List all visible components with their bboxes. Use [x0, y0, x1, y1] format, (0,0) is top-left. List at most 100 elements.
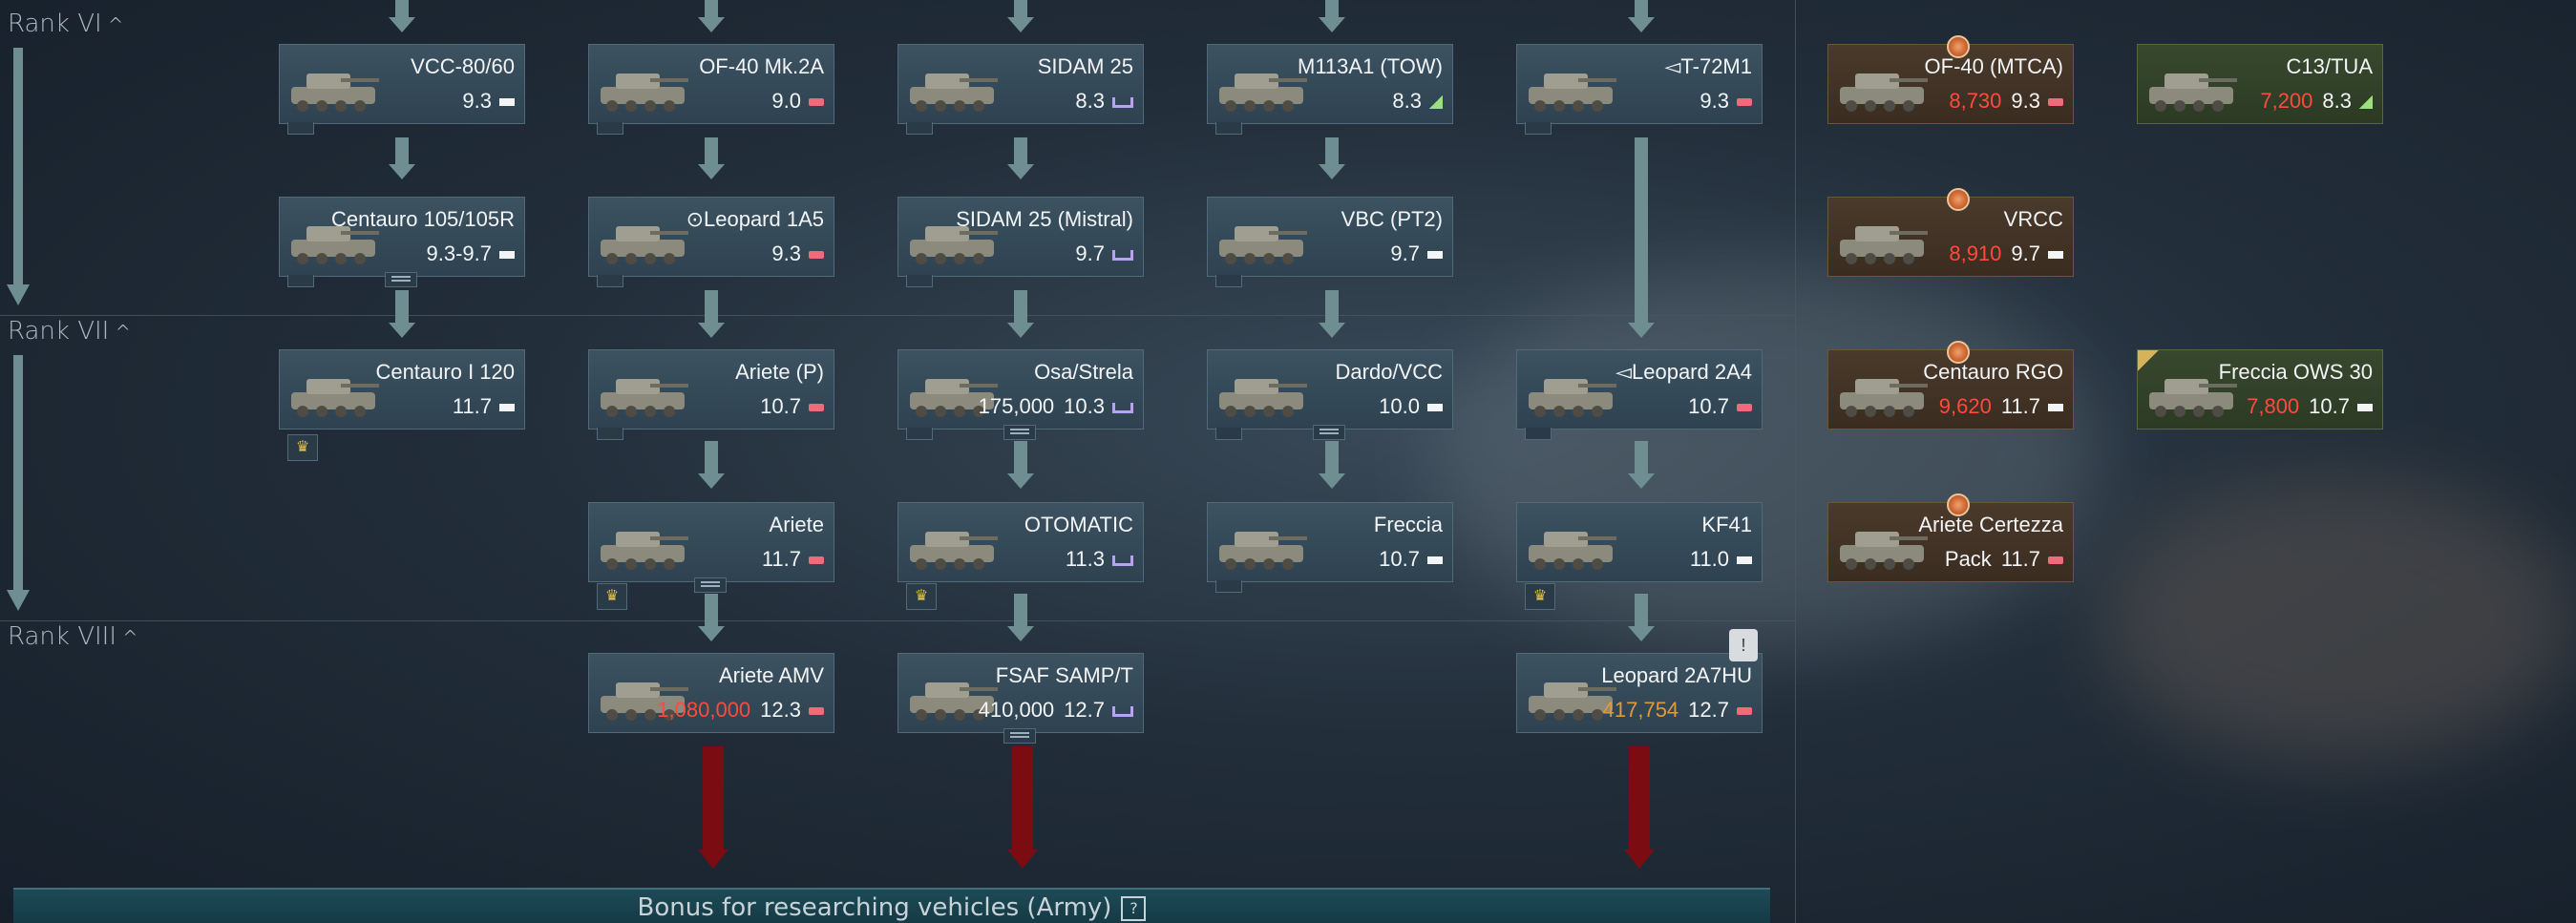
vehicle-card-ariete-amv[interactable]: Ariete AMV 1,080,000 12.3 — [588, 653, 834, 733]
group-expand-icon[interactable] — [1003, 425, 1036, 440]
tank-thumbnail-icon — [291, 73, 379, 112]
tree-link-head — [1007, 473, 1034, 489]
vehicle-card-of-40-mk2a[interactable]: OF-40 Mk.2A 9.0 — [588, 44, 834, 135]
vehicle-card-vcc-80-60[interactable]: VCC-80/60 9.3 — [279, 44, 525, 135]
vehicle-card-fsaf-samp-t[interactable]: FSAF SAMP/T 410,000 12.7 — [897, 653, 1144, 744]
research-bonus-bar[interactable]: Bonus for researching vehicles (Army)? — [13, 888, 1770, 923]
tank-destroyer-icon — [1429, 95, 1443, 110]
rank-label-vii[interactable]: Rank VII ^ — [8, 317, 131, 346]
vehicle-card-centauro-105[interactable]: Centauro 105/105R 9.3-9.7 — [279, 197, 525, 287]
tank-thumbnail-icon — [1840, 226, 1928, 264]
vehicle-card-centauro-rgo[interactable]: Centauro RGO 9,620 11.7 — [1827, 341, 2074, 430]
br-value: 10.7 — [1379, 547, 1420, 571]
vehicle-card-ariete-p[interactable]: Ariete (P) 10.7 — [588, 349, 834, 440]
vehicle-card-leopard-2a4[interactable]: ◅Leopard 2A4 10.7 — [1516, 349, 1763, 440]
vehicle-name: OF-40 (MTCA) — [1924, 54, 2063, 78]
vehicle-card-vbc-pt2[interactable]: VBC (PT2) 9.7 — [1207, 197, 1453, 287]
collapse-chevron-icon[interactable]: ^ — [108, 13, 124, 36]
help-icon[interactable]: ? — [1121, 895, 1147, 921]
battle-rating: 10.7 — [760, 394, 824, 419]
br-value: 11.7 — [452, 394, 492, 418]
tank-thumbnail-icon — [1529, 73, 1616, 112]
group-expand-icon[interactable] — [1313, 425, 1345, 440]
light-tank-icon — [1427, 556, 1443, 565]
br-value: 11.3 — [1065, 547, 1105, 571]
battle-rating: Pack 11.7 — [1945, 547, 2063, 572]
research-cost: 175,000 — [978, 394, 1055, 418]
mbt-icon — [1737, 404, 1752, 412]
bonus-text: Bonus for researching vehicles (Army)? — [13, 893, 1770, 922]
vehicle-card-kf41[interactable]: KF41 11.0 ♛ — [1516, 502, 1763, 610]
next-rank-link-head — [698, 850, 728, 869]
vehicle-card-of-40-mtca[interactable]: OF-40 (MTCA) 8,730 9.3 — [1827, 35, 2074, 124]
tank-thumbnail-icon — [1840, 532, 1928, 570]
vehicle-name: Ariete — [769, 513, 824, 536]
vehicle-card-sidam-25-mistral[interactable]: SIDAM 25 (Mistral) 9.7 — [897, 197, 1144, 287]
tank-thumbnail-icon — [910, 73, 998, 112]
tank-thumbnail-icon — [601, 532, 688, 570]
battle-rating: 10.7 — [1379, 547, 1443, 572]
bonus-label: Bonus for researching vehicles (Army) — [637, 893, 1112, 922]
country-flag-tag — [1215, 428, 1242, 440]
vehicle-card-leopard-1a5[interactable]: ⊙Leopard 1A5 9.3 — [588, 197, 834, 287]
tree-link-head — [389, 323, 415, 338]
tank-thumbnail-icon — [601, 379, 688, 417]
group-expand-icon[interactable] — [1003, 728, 1036, 744]
br-value: 8.3 — [1075, 89, 1105, 113]
light-tank-icon — [1427, 404, 1443, 412]
group-expand-icon[interactable] — [694, 577, 727, 593]
br-value: 9.3 — [771, 241, 801, 265]
battle-rating: 11.7 — [762, 547, 824, 572]
tree-link-head — [389, 164, 415, 179]
tree-link-head — [698, 473, 725, 489]
next-rank-link — [1012, 746, 1033, 851]
vehicle-card-t-72m1[interactable]: ◅T-72M1 9.3 — [1516, 44, 1763, 135]
vehicle-card-c13-tua[interactable]: C13/TUA 7,200 8.3 — [2137, 44, 2383, 124]
vehicle-name: OTOMATIC — [1024, 513, 1133, 536]
vehicle-card-leopard-2a7hu[interactable]: ! Leopard 2A7HU 417,754 12.7 — [1516, 629, 1763, 733]
vehicle-card-m113a1-tow[interactable]: M113A1 (TOW) 8.3 — [1207, 44, 1453, 135]
tree-link-head — [1628, 626, 1655, 641]
battle-rating: 1,080,000 12.3 — [657, 698, 824, 723]
group-expand-icon[interactable] — [385, 272, 417, 287]
tree-link — [705, 137, 718, 166]
pack-label: Pack — [1944, 547, 1992, 571]
tree-link-head — [698, 164, 725, 179]
rank-title: Rank VII — [8, 317, 110, 346]
br-value: 9.3-9.7 — [426, 241, 493, 265]
vehicle-card-freccia-ows-30[interactable]: Freccia OWS 30 7,800 10.7 — [2137, 349, 2383, 430]
vehicle-card-sidam-25[interactable]: SIDAM 25 8.3 — [897, 44, 1144, 135]
background-clouds — [2101, 477, 2576, 764]
vehicle-name: C13/TUA — [2286, 54, 2373, 78]
country-flag-tag — [597, 428, 623, 440]
vehicle-card-dardo-vcc[interactable]: Dardo/VCC 10.0 — [1207, 349, 1453, 440]
vehicle-card-otomatic[interactable]: OTOMATIC 11.3 ♛ — [897, 502, 1144, 610]
vehicle-card-vrcc[interactable]: VRCC 8,910 9.7 — [1827, 188, 2074, 277]
vehicle-card-centauro-i-120[interactable]: Centauro I 120 11.7 ♛ — [279, 349, 525, 461]
vehicle-name: Centauro RGO — [1923, 360, 2063, 384]
br-value: 9.3 — [2011, 89, 2040, 113]
br-value: 9.0 — [771, 89, 801, 113]
rank-label-viii[interactable]: Rank VIII ^ — [8, 622, 138, 651]
rank-divider — [0, 620, 1795, 621]
battle-rating: 410,000 12.7 — [979, 698, 1133, 723]
tank-destroyer-icon — [2359, 95, 2373, 110]
br-value: 9.7 — [2011, 241, 2040, 265]
br-value: 12.3 — [760, 698, 801, 722]
battle-rating: 7,200 8.3 — [2260, 89, 2373, 114]
collapse-chevron-icon[interactable]: ^ — [122, 626, 138, 649]
rank-label-vi[interactable]: Rank VI ^ — [8, 10, 123, 38]
vehicle-card-ariete[interactable]: Ariete 11.7 ♛ — [588, 502, 834, 610]
vehicle-card-ariete-certezza[interactable]: Ariete Certezza Pack 11.7 — [1827, 493, 2074, 582]
country-flag-tag — [906, 275, 933, 287]
vehicle-card-freccia[interactable]: Freccia 10.7 — [1207, 502, 1453, 593]
country-flag-tag — [1215, 122, 1242, 135]
collapse-chevron-icon[interactable]: ^ — [115, 321, 131, 344]
country-flag-tag — [906, 428, 933, 440]
country-flag-tag — [1525, 428, 1552, 440]
spaa-icon — [1112, 402, 1133, 413]
tree-link-head — [1007, 323, 1034, 338]
tree-link-head — [389, 17, 415, 32]
vehicle-card-osa-strela[interactable]: Osa/Strela 175,000 10.3 — [897, 349, 1144, 440]
spaa-icon — [1112, 705, 1133, 717]
